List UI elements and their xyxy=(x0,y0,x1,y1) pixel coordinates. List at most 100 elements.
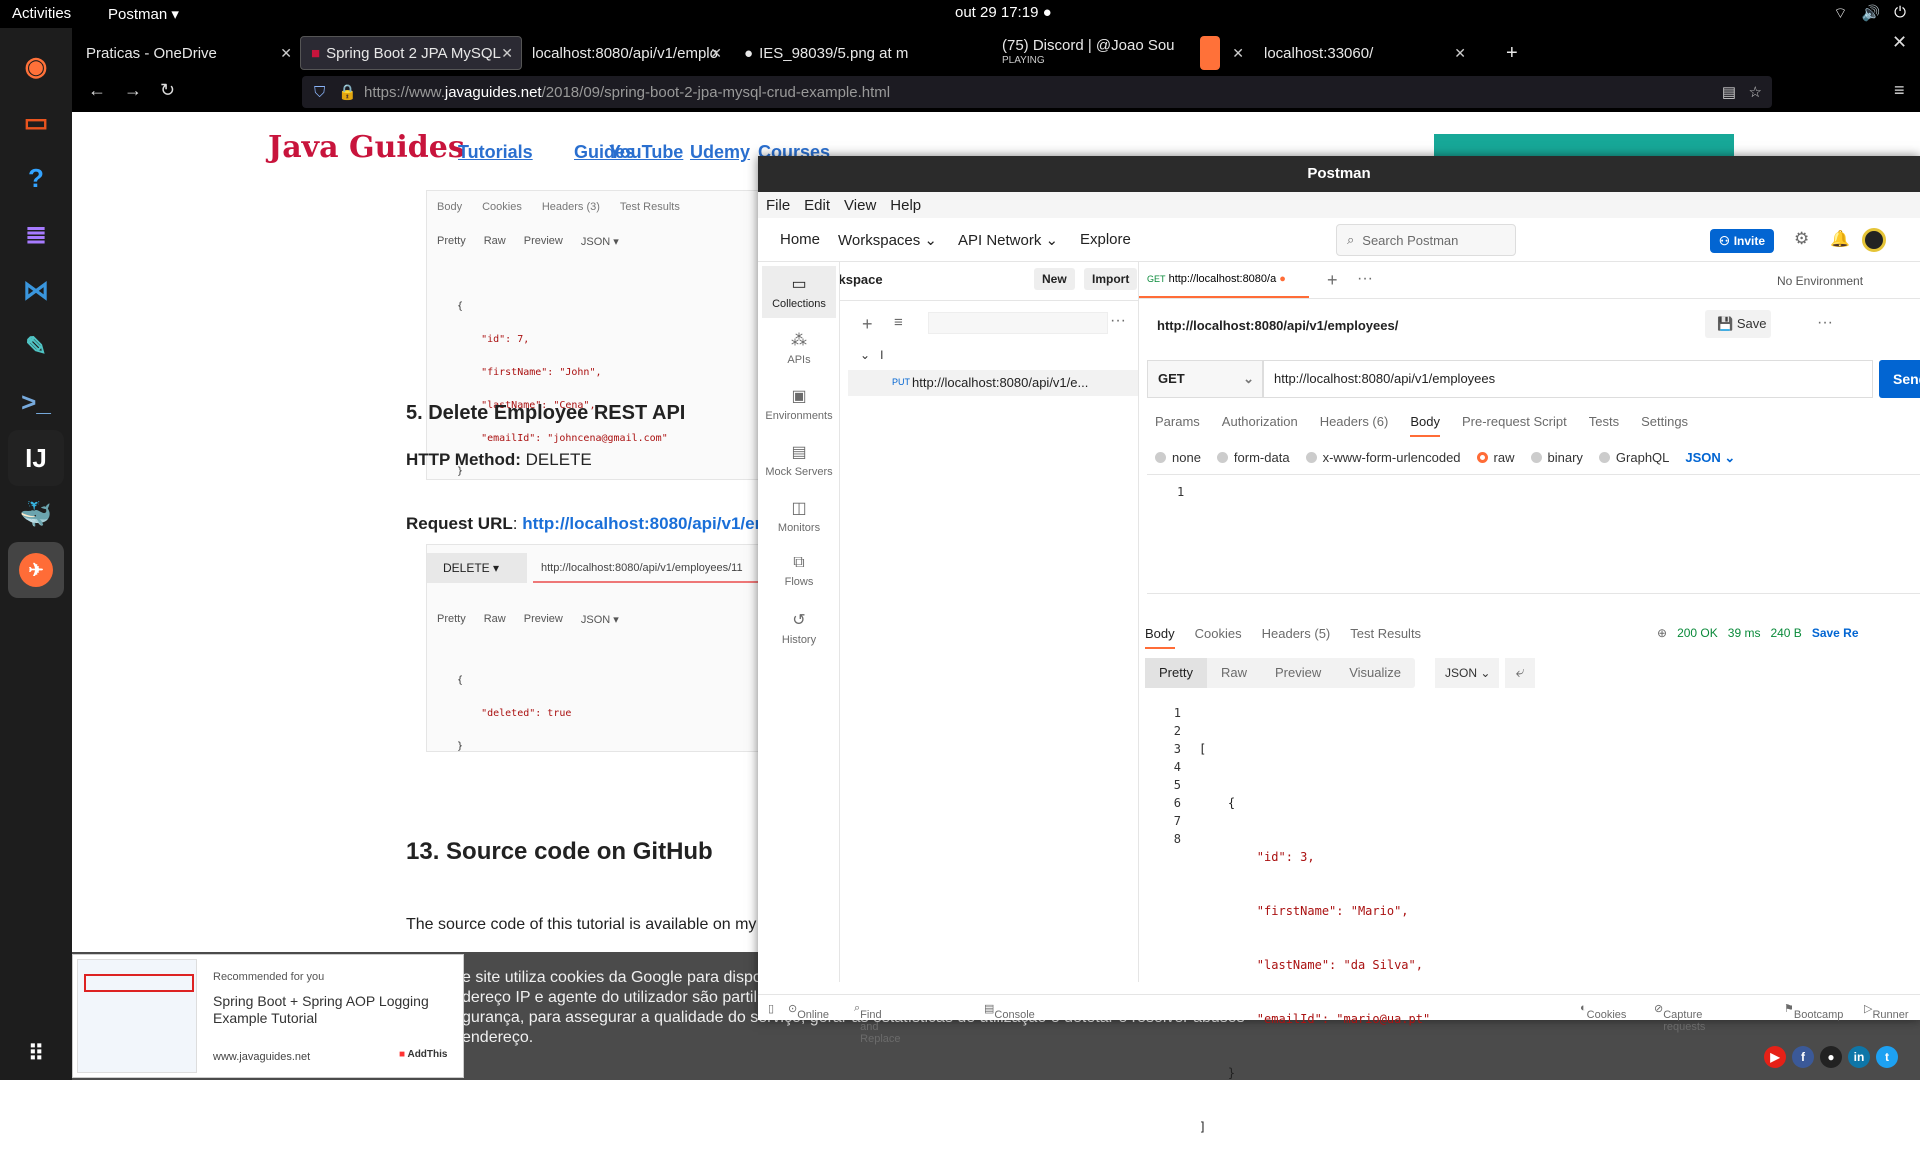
collection-search-input[interactable] xyxy=(928,312,1108,334)
activities-button[interactable]: Activities xyxy=(12,5,71,22)
menu-file[interactable]: File xyxy=(766,197,790,214)
close-icon[interactable]: ✕ xyxy=(1454,45,1466,62)
tab-onedrive[interactable]: Praticas - OneDrive ✕ xyxy=(76,36,300,70)
app-menu[interactable]: Postman ▾ xyxy=(108,5,179,23)
menu-edit[interactable]: Edit xyxy=(804,197,830,214)
reload-icon[interactable]: ↻ xyxy=(160,80,175,101)
import-button[interactable]: Import xyxy=(1084,268,1138,290)
sidebar-collections[interactable]: ▭ Collections xyxy=(762,266,836,318)
tab-params[interactable]: Params xyxy=(1155,414,1200,437)
apps-grid-icon[interactable]: ⠿ xyxy=(8,1026,64,1082)
tab-body[interactable]: Body xyxy=(1410,414,1440,437)
send-button[interactable]: Send xyxy=(1879,360,1920,398)
tab-localhost-8080[interactable]: localhost:8080/api/v1/emplo ✕ xyxy=(522,36,730,70)
vscode-icon[interactable]: ⋈ xyxy=(8,262,64,318)
settings-gear-icon[interactable]: ⚙ xyxy=(1794,229,1809,249)
sidebar-environments[interactable]: ▣ Environments xyxy=(762,378,836,430)
sidebar-apis[interactable]: ⁂ APIs xyxy=(762,322,836,374)
close-window-icon[interactable]: ✕ xyxy=(1892,32,1907,53)
body-type-graphql[interactable]: GraphQL xyxy=(1598,450,1669,466)
home-link[interactable]: Home xyxy=(780,231,820,248)
explore-link[interactable]: Explore xyxy=(1080,231,1131,248)
back-icon[interactable]: ← xyxy=(88,80,106,101)
resp-tab-headers[interactable]: Headers (5) xyxy=(1262,626,1331,649)
tab-javaguides[interactable]: ■ Spring Boot 2 JPA MySQL ✕ xyxy=(300,36,522,70)
status-cookies[interactable]: ◐ Cookies xyxy=(1580,1002,1626,1021)
new-tab-button[interactable]: + xyxy=(1496,36,1526,70)
clock[interactable]: out 29 17:19 ● xyxy=(955,4,1052,21)
reader-view-icon[interactable]: ▤ xyxy=(1722,83,1736,101)
github-icon[interactable]: ● xyxy=(1820,1046,1842,1068)
system-tray[interactable]: ⌔ 🔊 ⏻ xyxy=(1833,4,1906,23)
wrap-lines-icon[interactable]: ⤶ xyxy=(1505,658,1535,688)
tab-github[interactable]: ● IES_98039/5.png at m xyxy=(734,36,934,70)
tab-options-icon[interactable]: ··· xyxy=(1357,270,1373,288)
chevron-down-icon[interactable]: ⌄ xyxy=(860,348,870,362)
body-type-none[interactable]: none xyxy=(1155,450,1201,466)
new-button[interactable]: New xyxy=(1034,268,1075,290)
close-icon[interactable]: ✕ xyxy=(501,45,513,62)
resp-mode-raw[interactable]: Raw xyxy=(1207,658,1261,688)
sidebar-monitors[interactable]: ◫ Monitors xyxy=(762,490,836,542)
response-status[interactable]: 200 OK xyxy=(1677,626,1718,640)
request-item[interactable]: PUT http://localhost:8080/api/v1/e... xyxy=(848,370,1138,396)
body-type-urlencoded[interactable]: x-www-form-urlencoded xyxy=(1305,450,1461,466)
sidebar-toggle-icon[interactable]: ▯ xyxy=(768,1002,774,1015)
invite-button[interactable]: ⚇ Invite xyxy=(1710,229,1774,253)
body-type-binary[interactable]: binary xyxy=(1530,450,1583,466)
resp-mode-visualize[interactable]: Visualize xyxy=(1335,658,1415,688)
response-time[interactable]: 39 ms xyxy=(1728,626,1761,640)
request-tab[interactable]: GET http://localhost:8080/a ● xyxy=(1139,262,1309,298)
bookmark-star-icon[interactable]: ☆ xyxy=(1749,83,1762,101)
facebook-icon[interactable]: f xyxy=(1792,1046,1814,1068)
url-input[interactable]: http://localhost:8080/api/v1/employees xyxy=(1263,360,1873,398)
files-icon[interactable]: ▭ xyxy=(8,94,64,150)
nav-youtube[interactable]: YouTube xyxy=(609,142,683,163)
terminal-icon[interactable]: >_ xyxy=(8,374,64,430)
youtube-icon[interactable]: ▶ xyxy=(1764,1046,1786,1068)
tab-pre-request-script[interactable]: Pre-request Script xyxy=(1462,414,1567,437)
avatar[interactable] xyxy=(1862,228,1886,252)
environment-selector[interactable]: No Environment xyxy=(1777,274,1863,288)
response-format-select[interactable]: JSON ⌄ xyxy=(1435,658,1499,688)
twitter-icon[interactable]: t xyxy=(1876,1046,1898,1068)
body-type-form-data[interactable]: form-data xyxy=(1216,450,1290,466)
status-online[interactable]: ⊙ Online xyxy=(788,1002,829,1021)
search-postman[interactable]: ⌕ Search Postman xyxy=(1336,224,1516,256)
filter-icon[interactable]: ≡ xyxy=(894,314,903,331)
url-bar[interactable]: ⛉ 🔒 https://www. javaguides.net/2018/09/s… xyxy=(302,76,1772,108)
api-network-menu[interactable]: API Network ⌄ xyxy=(958,231,1058,249)
status-console[interactable]: ▤ Console xyxy=(984,1002,1035,1021)
forward-icon[interactable]: → xyxy=(124,80,142,101)
response-body[interactable]: [ { "id": 3, "firstName": "Mario", "last… xyxy=(1199,704,1430,1172)
hamburger-menu-icon[interactable]: ≡ xyxy=(1894,80,1905,101)
postman-icon[interactable]: ✈ xyxy=(8,542,64,598)
response-size[interactable]: 240 B xyxy=(1770,626,1801,640)
addthis-label[interactable]: AddThis xyxy=(407,1049,447,1060)
collection-folder-name[interactable]: I xyxy=(880,348,883,362)
request-url-link[interactable]: http://localhost:8080/api/v1/em xyxy=(522,514,770,533)
intellij-icon[interactable]: IJ xyxy=(8,430,64,486)
recommended-title[interactable]: Spring Boot + Spring AOP Logging Example… xyxy=(213,993,443,1027)
tab-settings[interactable]: Settings xyxy=(1641,414,1688,437)
tab-authorization[interactable]: Authorization xyxy=(1222,414,1298,437)
resp-tab-body[interactable]: Body xyxy=(1145,626,1175,649)
tab-headers[interactable]: Headers (6) xyxy=(1320,414,1389,437)
firefox-icon[interactable]: ◉ xyxy=(8,38,64,94)
new-tab-icon[interactable]: + xyxy=(1327,270,1338,291)
site-logo[interactable]: Java Guides xyxy=(268,130,465,165)
save-response-button[interactable]: Save Re xyxy=(1812,626,1859,640)
recommended-card[interactable]: Recommended for you Spring Boot + Spring… xyxy=(72,954,464,1078)
add-collection-icon[interactable]: + xyxy=(862,314,873,335)
close-icon[interactable]: ✕ xyxy=(280,45,292,62)
nav-tutorials[interactable]: Tutorials xyxy=(458,142,533,163)
resp-mode-preview[interactable]: Preview xyxy=(1261,658,1335,688)
resp-mode-pretty[interactable]: Pretty xyxy=(1145,658,1207,688)
status-bootcamp[interactable]: ⚑ Bootcamp xyxy=(1784,1002,1843,1021)
status-capture-requests[interactable]: ⊘ Capture requests xyxy=(1654,1002,1705,1033)
resp-tab-test-results[interactable]: Test Results xyxy=(1350,626,1421,649)
menu-view[interactable]: View xyxy=(844,197,876,214)
status-find-replace[interactable]: ⌕ Find and Replace xyxy=(854,1002,901,1045)
status-runner[interactable]: ▷ Runner xyxy=(1864,1002,1909,1021)
tab-tests[interactable]: Tests xyxy=(1589,414,1619,437)
